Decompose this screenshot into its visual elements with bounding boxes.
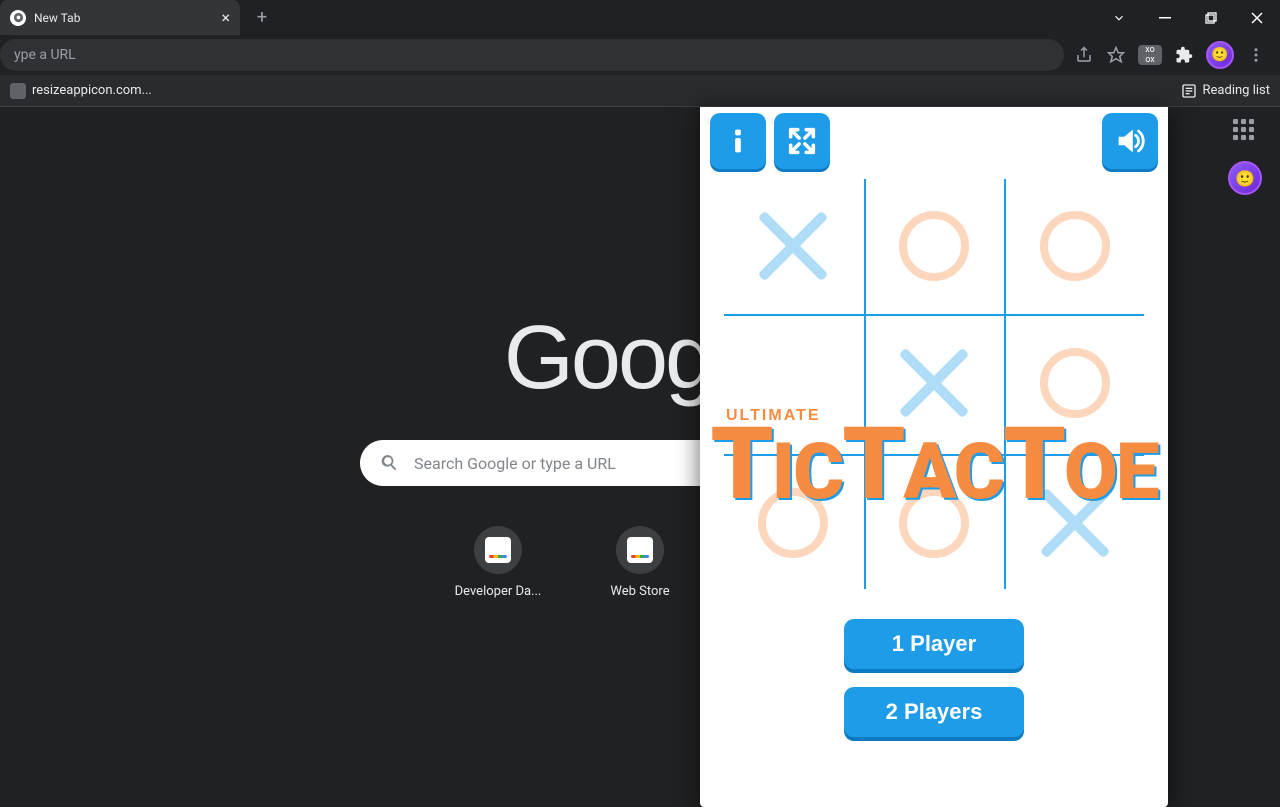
tictactoe-extension-icon[interactable]: xoox bbox=[1138, 45, 1162, 65]
play-buttons: 1 Player 2 Players bbox=[706, 619, 1162, 737]
bookmark-label: resizeappicon.com... bbox=[32, 83, 152, 98]
info-icon bbox=[721, 124, 755, 158]
minimize-button[interactable] bbox=[1142, 0, 1188, 35]
board-cell[interactable] bbox=[865, 179, 1003, 312]
game-title: ULTIMATE TICTACTOE bbox=[714, 407, 1154, 505]
speaker-icon bbox=[1113, 124, 1147, 158]
fullscreen-icon bbox=[785, 124, 819, 158]
google-apps-icon[interactable] bbox=[1233, 119, 1257, 143]
tab-title: New Tab bbox=[34, 11, 80, 25]
new-tab-button[interactable]: + bbox=[248, 0, 276, 35]
chrome-favicon-icon bbox=[10, 10, 26, 26]
search-placeholder: Search Google or type a URL bbox=[414, 454, 616, 473]
game-title-text: TICTACTOE bbox=[714, 425, 1154, 505]
shortcut-label: Developer Da... bbox=[455, 584, 542, 599]
profile-avatar[interactable]: 🙂 bbox=[1206, 41, 1234, 69]
address-placeholder: ype a URL bbox=[14, 47, 76, 63]
extensions-puzzle-icon[interactable] bbox=[1174, 45, 1194, 65]
bookmark-item[interactable]: resizeappicon.com... bbox=[10, 83, 152, 99]
shortcut-developer[interactable]: Developer Da... bbox=[442, 526, 554, 599]
account-avatar[interactable]: 🙂 bbox=[1228, 161, 1262, 195]
browser-tab[interactable]: New Tab × bbox=[0, 0, 240, 35]
o-mark-icon bbox=[1040, 211, 1110, 281]
board-cell[interactable] bbox=[1006, 179, 1144, 312]
extension-popup: ULTIMATE TICTACTOE 1 Player 2 Players bbox=[700, 107, 1168, 807]
game-toolbar bbox=[706, 113, 1162, 169]
bookmark-favicon-icon bbox=[10, 83, 26, 99]
address-bar-row: ype a URL xoox 🙂 bbox=[0, 35, 1280, 75]
ntp-right-icons: 🙂 bbox=[1228, 119, 1262, 195]
reading-list-label: Reading list bbox=[1203, 83, 1270, 98]
two-players-button[interactable]: 2 Players bbox=[844, 687, 1024, 737]
reading-list-icon bbox=[1181, 83, 1197, 99]
kebab-menu-icon[interactable] bbox=[1246, 45, 1266, 65]
page-content: 🙂 Google Search Google or type a URL Dev… bbox=[0, 107, 1280, 800]
board-cell[interactable] bbox=[724, 179, 862, 312]
game-subtitle: ULTIMATE bbox=[726, 407, 1154, 425]
window-titlebar: New Tab × + bbox=[0, 0, 1280, 35]
webstore-icon bbox=[627, 537, 653, 563]
reading-list-button[interactable]: Reading list bbox=[1181, 83, 1270, 99]
bookmark-star-icon[interactable] bbox=[1106, 45, 1126, 65]
o-mark-icon bbox=[899, 211, 969, 281]
bookmarks-bar: resizeappicon.com... Reading list bbox=[0, 75, 1280, 107]
search-icon bbox=[380, 453, 400, 473]
one-player-button[interactable]: 1 Player bbox=[844, 619, 1024, 669]
window-controls bbox=[1096, 0, 1280, 35]
toolbar-icons: xoox 🙂 bbox=[1068, 41, 1272, 69]
address-bar[interactable]: ype a URL bbox=[0, 39, 1064, 71]
sound-button[interactable] bbox=[1102, 113, 1158, 169]
webstore-icon bbox=[485, 537, 511, 563]
maximize-button[interactable] bbox=[1188, 0, 1234, 35]
x-mark-icon bbox=[758, 211, 828, 281]
info-button[interactable] bbox=[710, 113, 766, 169]
close-window-button[interactable] bbox=[1234, 0, 1280, 35]
tabs-dropdown-icon[interactable] bbox=[1096, 0, 1142, 35]
shortcut-webstore[interactable]: Web Store bbox=[584, 526, 696, 599]
game-board bbox=[724, 179, 1144, 589]
shortcut-label: Web Store bbox=[610, 584, 669, 599]
share-icon[interactable] bbox=[1074, 45, 1094, 65]
tab-close-icon[interactable]: × bbox=[221, 8, 230, 27]
fullscreen-button[interactable] bbox=[774, 113, 830, 169]
